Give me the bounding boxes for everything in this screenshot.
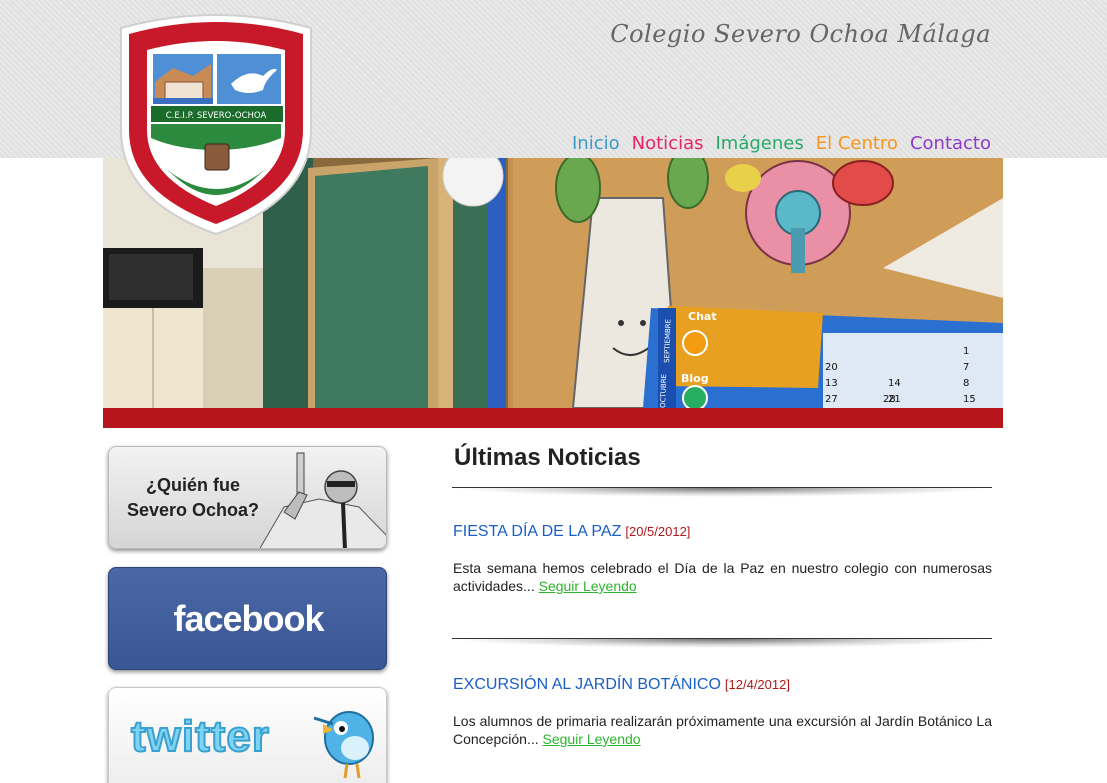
crest-text: C.E.I.P. SEVERO-OCHOA: [166, 111, 267, 121]
read-more-link[interactable]: Seguir Leyendo: [539, 578, 637, 594]
calendar-number: 7: [963, 362, 969, 373]
news-excerpt: Los alumnos de primaria realizarán próxi…: [453, 713, 992, 747]
blog-label: Blog: [681, 372, 709, 385]
calendar-number: 15: [963, 394, 976, 405]
news-title-link[interactable]: EXCURSIÓN AL JARDÍN BOTÁNICO: [453, 676, 721, 693]
twitter-banner[interactable]: twitter: [108, 687, 387, 783]
september-label: SEPTIEMBRE: [663, 319, 673, 363]
calendar-number: 14: [888, 378, 901, 389]
calendar-number: 28: [883, 394, 896, 405]
facebook-banner[interactable]: facebook: [108, 567, 387, 670]
nav-item-contacto[interactable]: Contacto: [910, 133, 991, 154]
read-more-link[interactable]: Seguir Leyendo: [543, 731, 641, 747]
news-title-link[interactable]: FIESTA DÍA DE LA PAZ: [453, 523, 621, 540]
calendar-number: 27: [825, 394, 838, 405]
news-date: [20/5/2012]: [625, 524, 691, 539]
main-nav: Inicio Noticias Imágenes El Centro Conta…: [572, 133, 991, 154]
news-item: EXCURSIÓN AL JARDÍN BOTÁNICO [12/4/2012] …: [453, 676, 992, 748]
hero-red-bar: [103, 408, 1003, 428]
news-divider: [452, 638, 992, 648]
nav-item-imagenes[interactable]: Imágenes: [715, 133, 803, 154]
october-label: OCTUBRE: [659, 374, 668, 408]
scientist-photo: [259, 452, 386, 548]
nav-item-inicio[interactable]: Inicio: [572, 133, 620, 154]
news-body: Esta semana hemos celebrado el Día de la…: [453, 559, 992, 595]
news-excerpt: Esta semana hemos celebrado el Día de la…: [453, 560, 992, 594]
school-crest-logo[interactable]: C.E.I.P. SEVERO-OCHOA: [113, 10, 319, 238]
news-heading: FIESTA DÍA DE LA PAZ [20/5/2012]: [453, 523, 992, 541]
nav-item-el-centro[interactable]: El Centro: [816, 133, 898, 154]
news-body: Los alumnos de primaria realizarán próxi…: [453, 712, 992, 748]
who-was-severo-ochoa-banner[interactable]: ¿Quién fue Severo Ochoa?: [108, 446, 387, 549]
news-date: [12/4/2012]: [724, 677, 790, 692]
site-title[interactable]: Colegio Severo Ochoa Málaga: [610, 20, 991, 48]
news-item: FIESTA DÍA DE LA PAZ [20/5/2012] Esta sem…: [453, 523, 992, 595]
calendar-number: 8: [963, 378, 969, 389]
news-heading: EXCURSIÓN AL JARDÍN BOTÁNICO [12/4/2012]: [453, 676, 992, 694]
facebook-logo: facebook: [173, 598, 324, 639]
chat-label: Chat: [688, 310, 717, 323]
news-section-title: Últimas Noticias: [454, 444, 641, 471]
twitter-bird-icon: [313, 711, 374, 779]
calendar-number: 1: [963, 346, 969, 357]
calendar-number: 20: [825, 362, 838, 373]
calendar-number: 13: [825, 378, 838, 389]
nav-item-noticias[interactable]: Noticias: [632, 133, 704, 154]
news-divider: [452, 487, 992, 497]
